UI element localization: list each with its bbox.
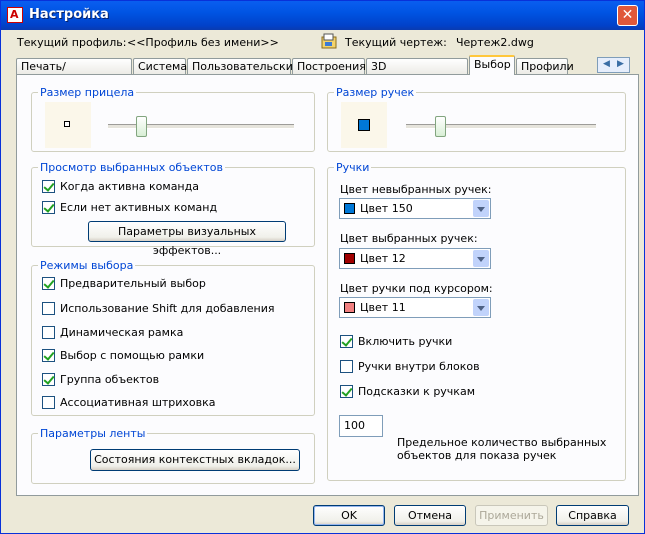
color-swatch xyxy=(344,203,355,214)
pickbox-square-icon xyxy=(64,121,70,127)
shift-to-add-checkbox[interactable] xyxy=(42,302,55,315)
pickbox-preview xyxy=(45,102,91,148)
selected-grip-color-label: Цвет выбранных ручек: xyxy=(340,232,478,245)
current-profile-label: Текущий профиль: xyxy=(17,36,127,49)
grips-group: Ручки Цвет невыбранных ручек: Цвет 150 Ц… xyxy=(327,161,626,481)
title-bar[interactable]: Настройка ✕ xyxy=(1,1,644,30)
selection-modes-title: Режимы выбора xyxy=(38,259,136,272)
current-drawing-label: Текущий чертеж: xyxy=(345,36,447,49)
grips-in-blocks-checkbox[interactable] xyxy=(340,360,353,373)
enable-grips-label: Включить ручки xyxy=(358,335,453,348)
tab-drafting[interactable]: Построения xyxy=(292,58,366,74)
close-icon: ✕ xyxy=(621,7,634,23)
when-no-command-label: Если нет активных команд xyxy=(60,201,218,214)
press-and-drag-checkbox[interactable] xyxy=(42,326,55,339)
tab-selection[interactable]: Выбор xyxy=(469,55,515,75)
object-grouping-checkbox[interactable] xyxy=(42,373,55,386)
ribbon-options-title: Параметры ленты xyxy=(38,427,148,440)
shift-to-add-label: Использование Shift для добавления xyxy=(60,302,275,315)
chevron-down-icon[interactable] xyxy=(473,200,489,217)
associative-hatch-label: Ассоциативная штриховка xyxy=(60,396,216,409)
pickbox-size-title: Размер прицела xyxy=(38,86,137,99)
unselected-grip-color-dropdown[interactable]: Цвет 150 xyxy=(339,198,491,219)
grip-size-title: Размер ручек xyxy=(334,86,417,99)
ok-button[interactable]: OK xyxy=(313,505,385,526)
when-command-active-label: Когда активна команда xyxy=(60,180,199,193)
pickbox-size-group: Размер прицела xyxy=(31,86,315,152)
grip-limit-description-line1: Предельное количество выбранных xyxy=(397,436,607,449)
hover-grip-color-value: Цвет 11 xyxy=(360,301,406,314)
drawing-file-icon xyxy=(321,33,337,49)
options-dialog: Настройка ✕ Текущий профиль: <<Профиль б… xyxy=(0,0,645,534)
implied-windowing-checkbox[interactable] xyxy=(42,349,55,362)
tab-scroll-control[interactable]: ◀ ▶ xyxy=(597,57,630,73)
unselected-grip-color-value: Цвет 150 xyxy=(360,202,413,215)
grip-tips-checkbox[interactable] xyxy=(340,385,353,398)
tab-profiles[interactable]: Профили xyxy=(516,58,574,74)
current-drawing-value: Чертеж2.dwg xyxy=(456,36,534,49)
unselected-grip-color-label: Цвет невыбранных ручек: xyxy=(340,183,492,196)
associative-hatch-checkbox[interactable] xyxy=(42,396,55,409)
grip-object-limit-input[interactable]: 100 xyxy=(339,415,383,437)
tab-user-preferences[interactable]: Пользовательские xyxy=(187,58,300,74)
cancel-button[interactable]: Отмена xyxy=(394,505,466,526)
color-swatch xyxy=(344,253,355,264)
ribbon-options-group: Параметры ленты Состояния контекстных вк… xyxy=(31,427,315,484)
contextual-tab-states-button[interactable]: Состояния контекстных вкладок... xyxy=(90,449,300,471)
noun-verb-selection-checkbox[interactable] xyxy=(42,277,55,290)
grip-limit-description-line2: объектов для показа ручек xyxy=(397,449,557,462)
selected-grip-color-value: Цвет 12 xyxy=(360,252,406,265)
color-swatch xyxy=(344,302,355,313)
grip-size-group: Размер ручек xyxy=(327,86,626,152)
object-grouping-label: Группа объектов xyxy=(60,373,160,386)
selection-modes-group: Режимы выбора Предварительный выбор Испо… xyxy=(31,259,315,416)
grips-in-blocks-label: Ручки внутри блоков xyxy=(358,360,480,373)
visual-effect-settings-button[interactable]: Параметры визуальных эффектов... xyxy=(88,221,286,257)
chevron-down-icon[interactable] xyxy=(473,250,489,267)
apply-button[interactable]: Применить xyxy=(475,505,548,526)
chevron-left-icon[interactable]: ◀ xyxy=(603,59,610,69)
noun-verb-selection-label: Предварительный выбор xyxy=(60,277,206,290)
tab-3d-modeling[interactable]: 3D моделирование xyxy=(366,58,468,86)
press-and-drag-label: Динамическая рамка xyxy=(60,326,184,339)
selection-preview-title: Просмотр выбранных объектов xyxy=(38,161,226,174)
selection-preview-group: Просмотр выбранных объектов Когда активн… xyxy=(31,161,315,257)
grip-square-icon xyxy=(358,119,370,131)
current-profile-value: <<Профиль без имени>> xyxy=(127,36,279,49)
grip-tips-label: Подсказки к ручкам xyxy=(358,385,475,398)
selection-tab-panel: Размер прицела Размер ручек Просмотр выб… xyxy=(16,74,639,496)
chevron-down-icon[interactable] xyxy=(473,299,489,316)
grip-size-slider-thumb[interactable] xyxy=(435,116,447,137)
close-button[interactable]: ✕ xyxy=(617,5,638,26)
tab-plot-publish[interactable]: Печать/Публикация xyxy=(16,58,132,86)
autocad-app-icon xyxy=(7,7,23,23)
hover-grip-color-label: Цвет ручки под курсором: xyxy=(340,282,493,295)
pickbox-slider-thumb[interactable] xyxy=(136,116,148,137)
when-command-active-checkbox[interactable] xyxy=(42,180,55,193)
enable-grips-checkbox[interactable] xyxy=(340,335,353,348)
grip-preview xyxy=(341,102,387,148)
selected-grip-color-dropdown[interactable]: Цвет 12 xyxy=(339,248,491,269)
chevron-right-icon[interactable]: ▶ xyxy=(617,59,624,69)
help-button[interactable]: Справка xyxy=(556,505,629,526)
when-no-command-checkbox[interactable] xyxy=(42,201,55,214)
hover-grip-color-dropdown[interactable]: Цвет 11 xyxy=(339,297,491,318)
tab-system[interactable]: Система xyxy=(133,58,187,74)
window-title: Настройка xyxy=(29,7,109,22)
implied-windowing-label: Выбор с помощью рамки xyxy=(60,349,205,362)
grips-title: Ручки xyxy=(334,161,372,174)
